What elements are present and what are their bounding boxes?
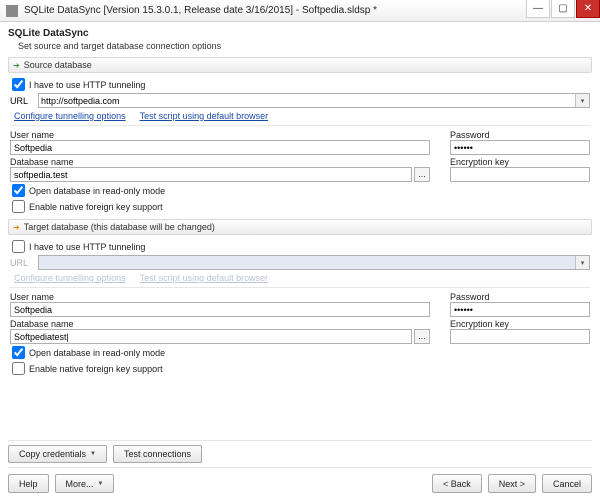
target-readonly-checkbox[interactable] — [12, 346, 25, 359]
app-icon — [6, 5, 18, 17]
source-http-checkbox[interactable] — [12, 78, 25, 91]
target-enckey-label: Encryption key — [450, 319, 590, 329]
source-enckey-label: Encryption key — [450, 157, 590, 167]
title-bar: SQLite DataSync [Version 15.3.0.1, Relea… — [0, 0, 600, 22]
source-dbname-label: Database name — [10, 157, 430, 167]
target-enckey-input[interactable] — [450, 329, 590, 344]
next-button[interactable]: Next > — [488, 474, 536, 493]
target-username-label: User name — [10, 292, 430, 302]
source-password-input[interactable]: •••••• — [450, 140, 590, 155]
copy-credentials-button[interactable]: Copy credentials ▼ — [8, 445, 107, 463]
source-enckey-input[interactable] — [450, 167, 590, 182]
source-test-script-link[interactable]: Test script using default browser — [140, 111, 269, 121]
test-connections-button[interactable]: Test connections — [113, 445, 202, 463]
page-subheading: Set source and target database connectio… — [8, 41, 592, 51]
target-url-label: URL — [10, 258, 38, 268]
minimize-button[interactable]: — — [526, 0, 550, 18]
expand-icon: ➔ — [13, 223, 20, 232]
cancel-button[interactable]: Cancel — [542, 474, 592, 493]
source-section-title: Source database — [24, 60, 92, 70]
source-readonly-checkbox[interactable] — [12, 184, 25, 197]
window-title: SQLite DataSync [Version 15.3.0.1, Relea… — [24, 5, 526, 16]
source-fk-label: Enable native foreign key support — [29, 202, 163, 212]
source-configure-tunnel-link[interactable]: Configure tunnelling options — [14, 111, 126, 121]
close-button[interactable]: ✕ — [576, 0, 600, 18]
target-dbname-input[interactable]: Softpediatest| — [10, 329, 412, 344]
source-dbname-input[interactable]: softpedia.test — [10, 167, 412, 182]
target-test-script-link: Test script using default browser — [140, 273, 269, 283]
target-configure-tunnel-link: Configure tunnelling options — [14, 273, 126, 283]
source-username-label: User name — [10, 130, 430, 140]
target-readonly-label: Open database in read-only mode — [29, 348, 165, 358]
source-section-header[interactable]: ➔ Source database — [8, 57, 592, 73]
target-username-input[interactable]: Softpedia — [10, 302, 430, 317]
target-section-header[interactable]: ➔ Target database (this database will be… — [8, 219, 592, 235]
source-password-label: Password — [450, 130, 590, 140]
back-button[interactable]: < Back — [432, 474, 482, 493]
maximize-button[interactable]: ▢ — [551, 0, 575, 18]
target-password-label: Password — [450, 292, 590, 302]
source-dbname-browse-button[interactable]: … — [414, 167, 430, 182]
target-url-combo: ▾ — [38, 255, 590, 270]
target-password-input[interactable]: •••••• — [450, 302, 590, 317]
expand-icon: ➔ — [13, 61, 20, 70]
target-http-checkbox[interactable] — [12, 240, 25, 253]
source-url-label: URL — [10, 96, 38, 106]
source-fk-checkbox[interactable] — [12, 200, 25, 213]
target-fk-checkbox[interactable] — [12, 362, 25, 375]
chevron-down-icon: ▼ — [98, 481, 104, 487]
target-dbname-label: Database name — [10, 319, 430, 329]
chevron-down-icon: ▼ — [90, 451, 96, 457]
chevron-down-icon[interactable]: ▾ — [575, 94, 589, 107]
source-url-value: http://softpedia.com — [41, 96, 120, 106]
help-button[interactable]: Help — [8, 474, 49, 493]
chevron-down-icon: ▾ — [575, 256, 589, 269]
source-url-combo[interactable]: http://softpedia.com ▾ — [38, 93, 590, 108]
source-readonly-label: Open database in read-only mode — [29, 186, 165, 196]
target-http-label: I have to use HTTP tunneling — [29, 242, 145, 252]
source-http-label: I have to use HTTP tunneling — [29, 80, 145, 90]
more-button[interactable]: More... ▼ — [55, 474, 115, 493]
page-heading: SQLite DataSync — [8, 28, 592, 39]
target-fk-label: Enable native foreign key support — [29, 364, 163, 374]
target-section-title: Target database (this database will be c… — [24, 222, 215, 232]
source-username-input[interactable]: Softpedia — [10, 140, 430, 155]
target-dbname-browse-button[interactable]: … — [414, 329, 430, 344]
